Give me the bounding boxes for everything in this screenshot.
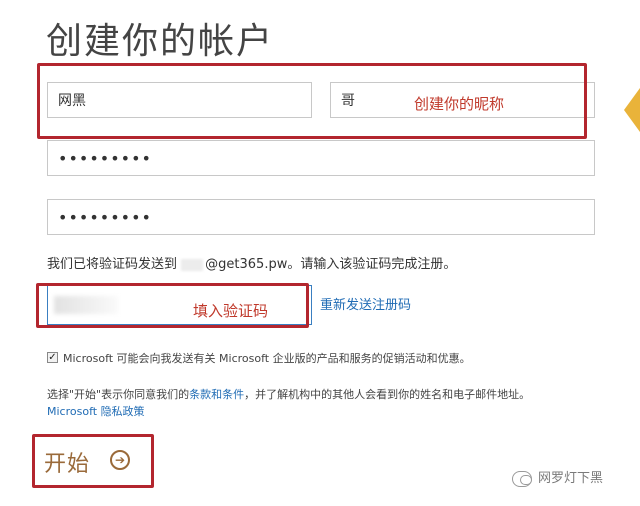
marketing-checkbox-label: Microsoft 可能会向我发送有关 Microsoft 企业版的产品和服务的… — [63, 352, 471, 365]
arrow-right-circle-icon[interactable]: ➔ — [110, 450, 130, 470]
terms-suffix: ，并了解机构中的其他人会看到你的姓名和电子邮件地址。 — [244, 388, 531, 401]
redacted-email-user — [181, 258, 204, 271]
password-input[interactable] — [47, 140, 595, 176]
watermark: 网罗灯下黑 — [512, 467, 603, 487]
watermark-text: 网罗灯下黑 — [538, 471, 604, 486]
annotation-box-code — [36, 283, 309, 328]
sent-prefix: 我们已将验证码发送到 — [47, 257, 178, 272]
annotation-box-nickname — [37, 63, 587, 139]
sent-email: @get365.pw — [205, 257, 288, 272]
sent-suffix: 。请输入该验证码完成注册。 — [287, 257, 457, 272]
page-title: 创建你的帐户 — [46, 21, 275, 62]
privacy-line: Microsoft 隐私政策 — [47, 403, 145, 419]
annotation-nickname: 创建你的昵称 — [414, 95, 505, 113]
resend-code-link[interactable]: 重新发送注册码 — [320, 294, 411, 313]
decorative-arrow-shape — [624, 88, 640, 132]
wechat-icon — [512, 470, 532, 487]
confirm-password-input[interactable] — [47, 199, 595, 235]
start-button[interactable]: 开始 — [44, 446, 90, 478]
privacy-prefix: Microsoft — [47, 405, 98, 418]
terms-text: 选择"开始"表示你同意我们的条款和条件，并了解机构中的其他人会看到你的姓名和电子… — [47, 386, 530, 402]
checkbox-checked-icon[interactable]: ✓ — [47, 352, 58, 363]
verification-sent-message: 我们已将验证码发送到 @get365.pw。请输入该验证码完成注册。 — [47, 253, 456, 272]
terms-link[interactable]: 条款和条件 — [189, 388, 244, 401]
annotation-code: 填入验证码 — [193, 302, 269, 320]
terms-prefix: 选择"开始"表示你同意我们的 — [47, 388, 190, 401]
privacy-link[interactable]: 隐私政策 — [101, 405, 145, 418]
